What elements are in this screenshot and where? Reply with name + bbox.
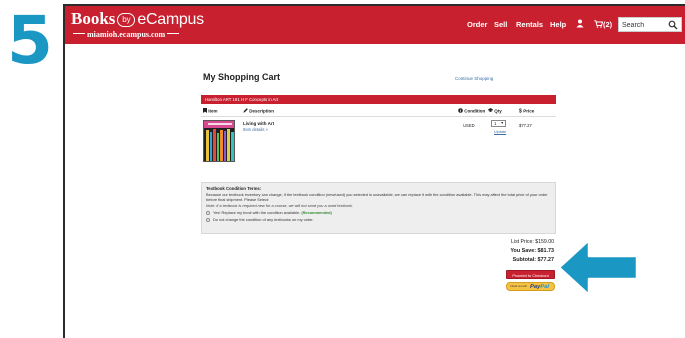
nav-rentals[interactable]: Rentals bbox=[516, 18, 543, 32]
book-cover-image[interactable] bbox=[203, 120, 235, 162]
site-header: Books by eCampus miamioh.ecampus.com Order… bbox=[65, 6, 685, 44]
replace-condition-option[interactable]: Yes! Replace my book with the condition … bbox=[206, 209, 551, 216]
page-title: My Shopping Cart bbox=[203, 72, 280, 82]
condition-terms-panel: Textbook Condition Terms: Because our te… bbox=[201, 182, 556, 234]
proceed-to-checkout-button[interactable]: Proceed to Checkout bbox=[506, 270, 555, 279]
nav-order[interactable]: Order bbox=[467, 18, 487, 32]
you-save: You Save: $81.73 bbox=[510, 248, 554, 254]
column-price: $ Price bbox=[519, 108, 535, 115]
update-link[interactable]: Update bbox=[494, 130, 506, 134]
logo-wordmark: Books by eCampus bbox=[71, 9, 204, 29]
search-box[interactable] bbox=[618, 17, 682, 32]
header-divider bbox=[201, 116, 556, 117]
item-details-link[interactable]: Item details » bbox=[243, 127, 268, 132]
column-qty: Qty bbox=[487, 108, 502, 114]
continue-shopping-link[interactable]: Continue Shopping bbox=[455, 76, 493, 81]
user-icon bbox=[576, 19, 584, 28]
cart-icon bbox=[594, 20, 604, 28]
paypal-logo-icon: PayPal bbox=[530, 284, 550, 290]
cart-link[interactable]: (2) bbox=[594, 18, 612, 32]
cart-count: (2) bbox=[603, 20, 613, 29]
stack-icon bbox=[487, 108, 494, 113]
quantity-select[interactable]: 1 ▼ bbox=[491, 120, 506, 127]
column-condition: Condition bbox=[458, 108, 485, 114]
column-item: Item bbox=[203, 108, 218, 114]
book-cover-art bbox=[204, 121, 234, 161]
subtotal: Subtotal: $77.27 bbox=[512, 257, 554, 263]
paypal-prefix: Check out with bbox=[510, 285, 528, 288]
nav-help[interactable]: Help bbox=[550, 18, 566, 32]
bookmark-icon bbox=[203, 108, 207, 113]
pencil-icon bbox=[243, 108, 248, 113]
column-description: Description bbox=[243, 108, 274, 114]
book-title[interactable]: Living with Art bbox=[243, 121, 274, 126]
pointer-arrow-icon bbox=[557, 238, 639, 297]
quantity-value: 1 bbox=[494, 121, 497, 126]
radio-replace[interactable] bbox=[206, 210, 210, 215]
nav-sell[interactable]: Sell bbox=[494, 18, 507, 32]
dollar-icon: $ bbox=[519, 109, 522, 115]
search-input[interactable] bbox=[622, 19, 666, 31]
item-condition: USED bbox=[463, 123, 475, 128]
keep-condition-option[interactable]: Do not change the condition of any textb… bbox=[206, 216, 551, 223]
recommended-tag: (Recommended) bbox=[301, 210, 332, 216]
logo-by-badge: by bbox=[117, 13, 136, 27]
paypal-checkout-button[interactable]: Check out with PayPal bbox=[506, 282, 555, 291]
list-price: List Price: $159.00 bbox=[511, 239, 554, 245]
svg-text:$: $ bbox=[519, 109, 522, 114]
search-icon[interactable] bbox=[668, 20, 678, 30]
item-price: $77.27 bbox=[519, 123, 532, 128]
site-logo[interactable]: Books by eCampus miamioh.ecampus.com bbox=[71, 9, 204, 40]
tutorial-screenshot: 5 Books by eCampus miamioh.ecampus.com Ord… bbox=[0, 0, 685, 338]
info-icon bbox=[458, 108, 463, 113]
logo-subdomain: miamioh.ecampus.com bbox=[71, 30, 201, 40]
step-number: 5 bbox=[7, 2, 53, 79]
chevron-down-icon: ▼ bbox=[500, 121, 504, 125]
course-bar: Hamilton ART 181 H F Concepts in Art bbox=[201, 95, 556, 104]
account-link[interactable] bbox=[576, 18, 584, 32]
radio-keep[interactable] bbox=[206, 217, 210, 222]
terms-body: Because our textbook inventory can chang… bbox=[206, 192, 548, 203]
